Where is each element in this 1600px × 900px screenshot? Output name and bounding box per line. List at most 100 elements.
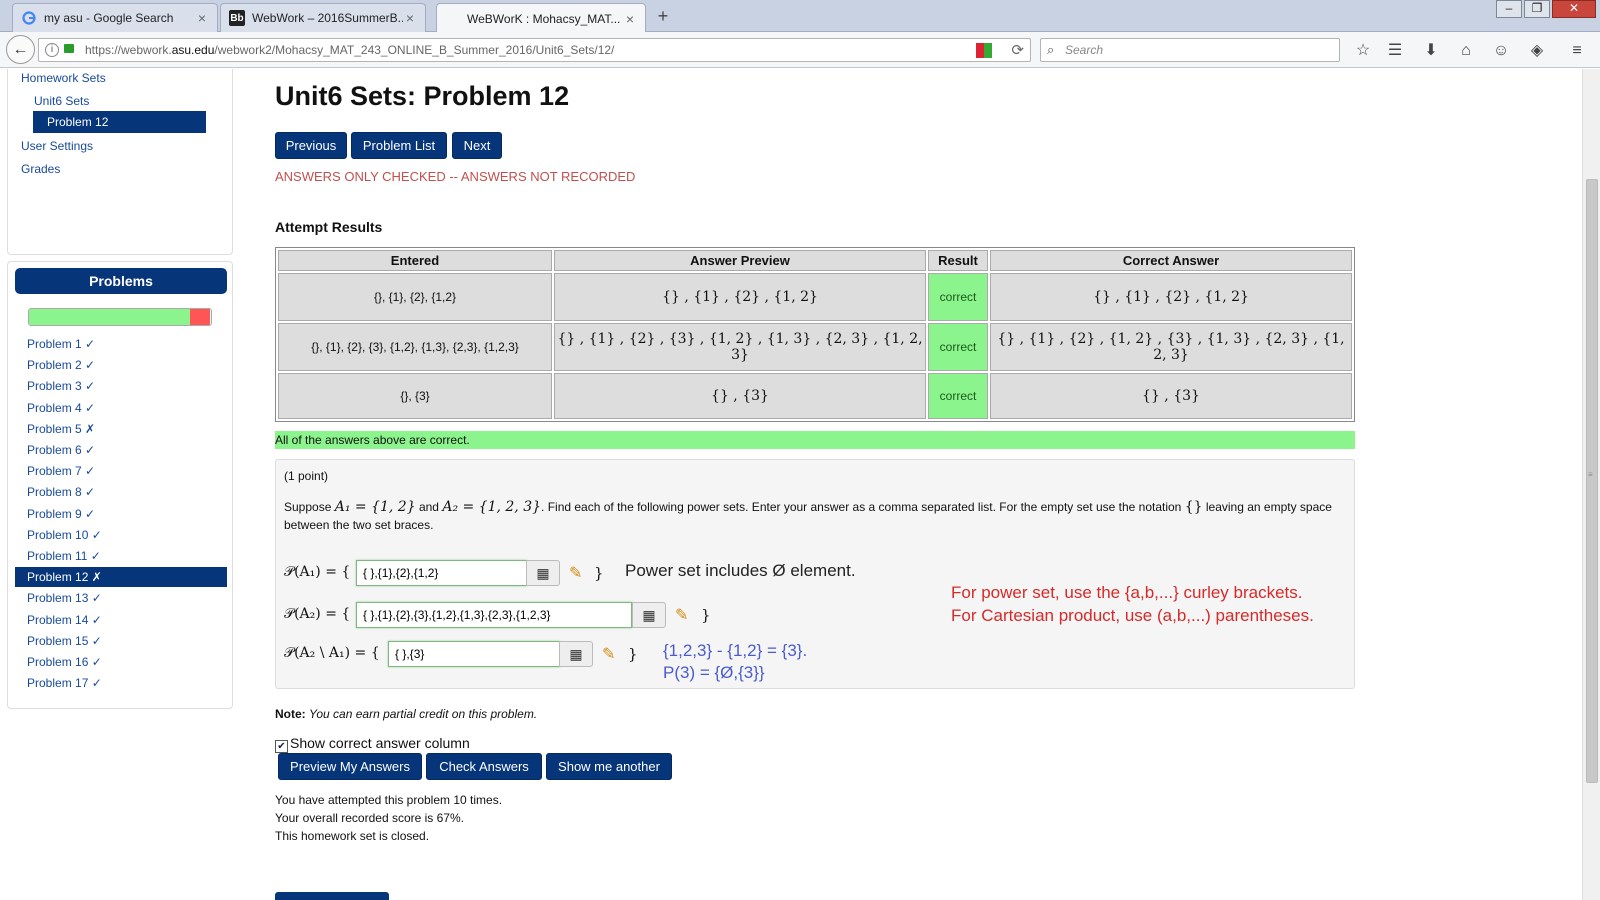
problem-link-3[interactable]: Problem 3 ✓ <box>27 379 95 393</box>
sidebar-item-current-problem[interactable]: Problem 12 <box>33 111 206 133</box>
page-title: Unit6 Sets: Problem 12 <box>275 81 570 111</box>
problem-link-9[interactable]: Problem 9 ✓ <box>27 507 95 521</box>
answer-input-power-set-a1[interactable] <box>356 560 527 586</box>
tab-blackboard[interactable]: Bb WebWork – 2016SummerB... × <box>220 3 426 32</box>
problem-link-16[interactable]: Problem 16 ✓ <box>27 655 102 669</box>
entered-cell: {}, {3} <box>278 373 552 419</box>
sidebar-item-homework-sets[interactable]: Homework Sets <box>21 71 106 85</box>
answer-input-power-set-difference[interactable] <box>388 641 560 667</box>
scrollbar-thumb[interactable] <box>1586 179 1598 783</box>
blue-annotation-line2: P(3) = {Ø,{3}} <box>663 663 765 682</box>
result-cell: correct <box>928 273 988 321</box>
answer-label-power-set-a2: 𝒫(A₂) = { <box>284 606 351 622</box>
scrollbar-grip-icon: ≡ <box>1588 470 1593 479</box>
entered-cell: {}, {1}, {2}, {1,2} <box>278 273 552 321</box>
sidebar-item-user-settings[interactable]: User Settings <box>21 139 93 153</box>
closing-brace: } <box>701 606 711 624</box>
keypad-icon[interactable]: ▦ <box>559 641 593 667</box>
problem-link-15[interactable]: Problem 15 ✓ <box>27 634 102 648</box>
show-me-another-button[interactable]: Show me another <box>546 753 672 780</box>
back-arrow-icon[interactable]: ← <box>6 35 35 64</box>
problem-link-7[interactable]: Problem 7 ✓ <box>27 464 95 478</box>
problem-list-button[interactable]: Problem List <box>351 132 447 159</box>
keypad-icon[interactable]: ▦ <box>526 560 560 586</box>
close-window-button[interactable]: ✕ <box>1552 0 1596 18</box>
attempts-status: You have attempted this problem 10 times… <box>275 793 503 807</box>
previous-button[interactable]: Previous <box>275 132 347 159</box>
pocket-icon[interactable]: ◈ <box>1526 40 1548 62</box>
reload-icon[interactable]: ⟳ <box>1011 41 1024 59</box>
reading-list-icon[interactable]: ☰ <box>1384 40 1406 62</box>
correct-answer-cell: {} , {3} <box>990 373 1352 419</box>
browser-nav-bar: ← i https://webwork.asu.edu/webwork2/Moh… <box>0 32 1600 68</box>
problem-link-13[interactable]: Problem 13 ✓ <box>27 591 102 605</box>
answer-preview-cell: {} , {1} , {2} , {3} , {1, 2} , {1, 3} ,… <box>554 323 926 371</box>
tab-google-search[interactable]: my asu - Google Search × <box>12 3 218 32</box>
menu-icon[interactable]: ≡ <box>1566 40 1588 62</box>
tab-webwork[interactable]: WeBWorK : Mohacsy_MAT... × <box>436 3 646 33</box>
table-row: {}, {3} {} , {3} correct {} , {3} <box>278 373 1352 419</box>
blue-annotation-line1: {1,2,3} - {1,2} = {3}. <box>663 641 808 660</box>
check-answers-button[interactable]: Check Answers <box>426 753 542 780</box>
bookmark-star-icon[interactable]: ☆ <box>1352 40 1374 62</box>
search-icon: ⌕ <box>1047 42 1055 57</box>
close-tab-icon[interactable]: × <box>403 10 417 26</box>
show-correct-answer-option[interactable]: ✔ Show correct answer column <box>275 735 470 753</box>
entered-cell: {}, {1}, {2}, {3}, {1,2}, {1,3}, {2,3}, … <box>278 323 552 371</box>
closing-brace: } <box>594 564 604 582</box>
attempt-results-heading: Attempt Results <box>275 219 383 235</box>
preview-answers-button[interactable]: Preview My Answers <box>278 753 422 780</box>
address-bar[interactable]: i https://webwork.asu.edu/webwork2/Mohac… <box>38 38 1031 62</box>
google-icon <box>21 10 37 26</box>
next-button[interactable]: Next <box>452 132 502 159</box>
new-tab-button[interactable]: + <box>652 5 674 27</box>
problem-link-6[interactable]: Problem 6 ✓ <box>27 443 95 457</box>
problem-link-12[interactable]: Problem 12 ✗ <box>15 567 227 588</box>
bottom-button[interactable] <box>275 892 389 900</box>
answer-input-power-set-a2[interactable] <box>356 602 632 628</box>
problem-link-2[interactable]: Problem 2 ✓ <box>27 358 95 372</box>
problem-link-8[interactable]: Problem 8 ✓ <box>27 485 95 499</box>
close-tab-icon[interactable]: × <box>195 10 209 26</box>
problem-link-1[interactable]: Problem 1 ✓ <box>27 337 95 351</box>
home-icon[interactable]: ⌂ <box>1455 40 1477 62</box>
chat-icon[interactable]: ☺ <box>1490 40 1512 62</box>
close-tab-icon[interactable]: × <box>623 11 637 27</box>
pencil-icon[interactable]: ✎ <box>675 605 695 625</box>
extension-icon[interactable] <box>976 43 992 58</box>
show-correct-checkbox[interactable]: ✔ <box>275 740 288 753</box>
answer-label-power-set-a1: 𝒫(A₁) = { <box>284 564 351 580</box>
progress-incorrect-fill <box>190 309 211 325</box>
answer-preview-cell: {} , {1} , {2} , {1, 2} <box>554 273 926 321</box>
download-icon[interactable]: ⬇ <box>1420 40 1442 62</box>
score-status: Your overall recorded score is 67%. <box>275 811 464 825</box>
pencil-icon[interactable]: ✎ <box>569 563 589 583</box>
column-header-entered: Entered <box>278 250 552 271</box>
problem-link-10[interactable]: Problem 10 ✓ <box>27 528 102 542</box>
problem-link-11[interactable]: Problem 11 ✓ <box>27 549 101 563</box>
progress-bar <box>28 308 212 326</box>
pencil-icon[interactable]: ✎ <box>602 644 622 664</box>
attempt-results-table: Entered Answer Preview Result Correct An… <box>275 247 1355 422</box>
all-correct-banner: All of the answers above are correct. <box>275 431 1355 449</box>
problem-link-5[interactable]: Problem 5 ✗ <box>27 422 95 436</box>
sidebar-item-unit6-sets[interactable]: Unit6 Sets <box>34 94 89 108</box>
keypad-icon[interactable]: ▦ <box>632 602 666 628</box>
problem-link-17[interactable]: Problem 17 ✓ <box>27 676 102 690</box>
tab-title: my asu - Google Search <box>44 11 174 25</box>
red-annotation-line1: For power set, use the {a,b,...} curley … <box>951 583 1303 602</box>
page-content: Homework Sets Unit6 Sets Problem 12 User… <box>0 69 1582 900</box>
minimize-window-button[interactable]: – <box>1496 0 1522 18</box>
page-scrollbar[interactable]: ≡ <box>1582 69 1600 900</box>
search-box[interactable]: ⌕ Search <box>1040 38 1340 62</box>
lock-icon <box>64 44 74 53</box>
sidebar-item-grades[interactable]: Grades <box>21 162 60 176</box>
problem-link-4[interactable]: Problem 4 ✓ <box>27 401 95 415</box>
column-header-correct-answer: Correct Answer <box>990 250 1352 271</box>
correct-answer-cell: {} , {1} , {2} , {1, 2} <box>990 273 1352 321</box>
info-icon[interactable]: i <box>45 43 59 57</box>
problem-link-14[interactable]: Problem 14 ✓ <box>27 613 102 627</box>
column-header-answer-preview: Answer Preview <box>554 250 926 271</box>
closing-brace: } <box>628 645 638 663</box>
restore-window-button[interactable]: ❐ <box>1524 0 1550 18</box>
